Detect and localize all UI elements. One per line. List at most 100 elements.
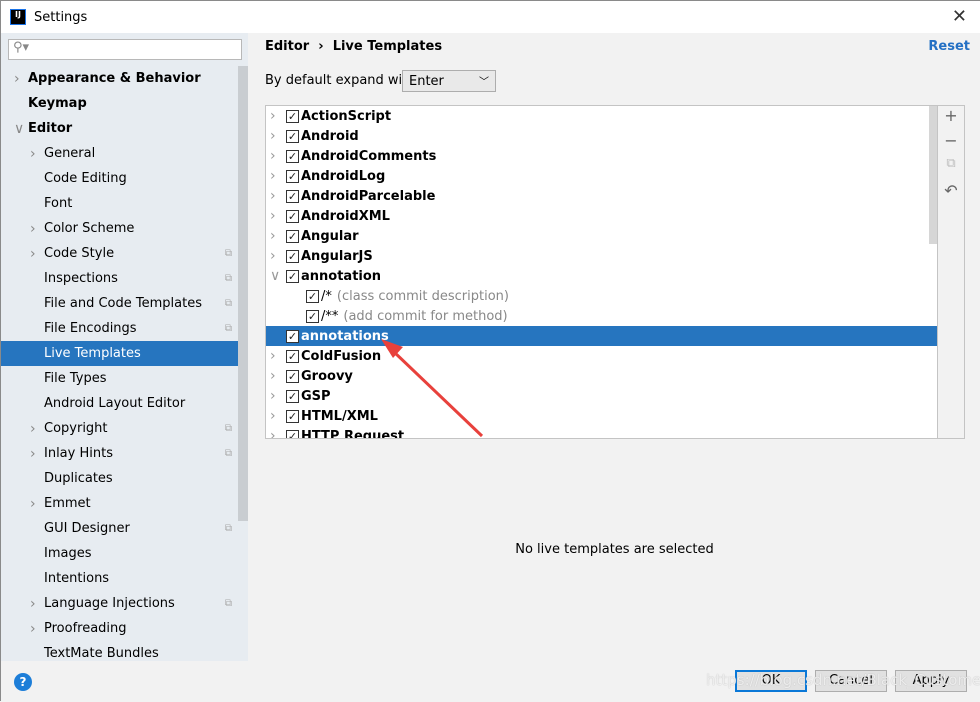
template-row[interactable]: › ✓ HTTP Request — [266, 426, 937, 438]
checkbox[interactable]: ✓ — [286, 409, 299, 423]
sidebar-item[interactable]: › General — [1, 141, 238, 166]
chevron-right-icon[interactable]: › — [270, 208, 276, 224]
sidebar-item-label: Intentions — [44, 571, 110, 586]
chevron-right-icon[interactable]: › — [270, 368, 276, 384]
template-row[interactable]: › ✓ Groovy — [266, 366, 937, 386]
help-icon[interactable]: ? — [14, 673, 32, 691]
sidebar-item-label: Language Injections — [44, 596, 175, 611]
sidebar-item[interactable]: › Color Scheme — [1, 216, 238, 241]
sidebar-item[interactable]: Inspections ⧉ — [1, 266, 238, 291]
template-row[interactable]: › ✓ AngularJS — [266, 246, 937, 266]
sidebar-item[interactable]: › Appearance & Behavior — [1, 66, 238, 91]
checkbox[interactable]: ✓ — [286, 249, 299, 263]
search-input[interactable]: ⚲▾ — [8, 39, 242, 60]
cancel-button[interactable]: Cancel — [815, 670, 887, 692]
sidebar-item[interactable]: ∨ Editor — [1, 116, 238, 141]
checkbox[interactable]: ✓ — [286, 109, 299, 123]
sidebar-item[interactable]: › Emmet — [1, 491, 238, 516]
expand-select[interactable]: Enter ﹀ — [402, 70, 496, 92]
ok-button[interactable]: OK — [735, 670, 807, 692]
chevron-right-icon[interactable]: › — [14, 71, 20, 87]
checkbox[interactable]: ✓ — [306, 289, 319, 303]
chevron-right-icon[interactable]: › — [30, 146, 36, 162]
sidebar-item[interactable]: Duplicates — [1, 466, 238, 491]
chevron-down-icon[interactable]: ∨ — [270, 268, 280, 284]
close-icon[interactable]: ✕ — [952, 6, 967, 27]
chevron-right-icon[interactable]: › — [270, 188, 276, 204]
sidebar-item[interactable]: Images — [1, 541, 238, 566]
project-scope-icon: ⧉ — [224, 298, 232, 309]
copy-icon[interactable]: ⧉ — [938, 156, 964, 181]
template-row[interactable]: › ✓ AndroidParcelable — [266, 186, 937, 206]
checkbox[interactable]: ✓ — [286, 229, 299, 243]
template-row[interactable]: › ✓ AndroidComments — [266, 146, 937, 166]
sidebar-item[interactable]: File Types — [1, 366, 238, 391]
sidebar-item[interactable]: Code Editing — [1, 166, 238, 191]
template-row[interactable]: › ✓ AndroidXML — [266, 206, 937, 226]
sidebar-item[interactable]: Font — [1, 191, 238, 216]
chevron-right-icon[interactable]: › — [30, 496, 36, 512]
chevron-right-icon[interactable]: › — [270, 388, 276, 404]
sidebar-item[interactable]: Keymap — [1, 91, 238, 116]
chevron-right-icon[interactable]: › — [270, 148, 276, 164]
chevron-right-icon[interactable]: › — [270, 348, 276, 364]
template-row[interactable]: ✓ annotations — [266, 326, 937, 346]
sidebar-item[interactable]: › Proofreading — [1, 616, 238, 641]
checkbox[interactable]: ✓ — [286, 429, 299, 438]
sidebar-item[interactable]: › Copyright ⧉ — [1, 416, 238, 441]
template-row[interactable]: › ✓ GSP — [266, 386, 937, 406]
sidebar-item-label: Duplicates — [44, 471, 113, 486]
sidebar-item-label: Color Scheme — [44, 221, 135, 236]
checkbox[interactable]: ✓ — [286, 389, 299, 403]
chevron-right-icon[interactable]: › — [270, 408, 276, 424]
sidebar-item[interactable]: File Encodings ⧉ — [1, 316, 238, 341]
sidebar-item[interactable]: Android Layout Editor — [1, 391, 238, 416]
template-row[interactable]: › ✓ ActionScript — [266, 106, 937, 126]
checkbox[interactable]: ✓ — [306, 309, 319, 323]
chevron-right-icon[interactable]: › — [30, 246, 36, 262]
chevron-right-icon[interactable]: › — [30, 596, 36, 612]
sidebar-scrollbar[interactable] — [238, 66, 248, 521]
template-row[interactable]: ✓/* (class commit description) — [266, 286, 937, 306]
sidebar-item[interactable]: Intentions — [1, 566, 238, 591]
chevron-right-icon[interactable]: › — [30, 446, 36, 462]
chevron-right-icon[interactable]: › — [270, 248, 276, 264]
tree-scrollbar[interactable] — [929, 106, 937, 244]
checkbox[interactable]: ✓ — [286, 169, 299, 183]
reset-link[interactable]: Reset — [928, 39, 970, 54]
restore-icon[interactable]: ↶ — [938, 181, 964, 206]
checkbox[interactable]: ✓ — [286, 149, 299, 163]
chevron-right-icon[interactable]: › — [30, 421, 36, 437]
checkbox[interactable]: ✓ — [286, 269, 299, 283]
chevron-right-icon[interactable]: › — [270, 128, 276, 144]
checkbox[interactable]: ✓ — [286, 349, 299, 363]
chevron-right-icon[interactable]: › — [30, 621, 36, 637]
sidebar-item[interactable]: › Inlay Hints ⧉ — [1, 441, 238, 466]
checkbox[interactable]: ✓ — [286, 129, 299, 143]
template-row[interactable]: › ✓ Angular — [266, 226, 937, 246]
checkbox[interactable]: ✓ — [286, 369, 299, 383]
template-row[interactable]: › ✓ ColdFusion — [266, 346, 937, 366]
apply-button[interactable]: Apply — [895, 670, 967, 692]
template-row[interactable]: › ✓ AndroidLog — [266, 166, 937, 186]
sidebar-item[interactable]: GUI Designer ⧉ — [1, 516, 238, 541]
sidebar-item[interactable]: › Language Injections ⧉ — [1, 591, 238, 616]
checkbox[interactable]: ✓ — [286, 189, 299, 203]
chevron-down-icon[interactable]: ∨ — [14, 121, 24, 137]
remove-icon[interactable]: − — [938, 131, 964, 156]
chevron-right-icon[interactable]: › — [30, 221, 36, 237]
sidebar-item[interactable]: › Code Style ⧉ — [1, 241, 238, 266]
chevron-right-icon[interactable]: › — [270, 168, 276, 184]
template-row[interactable]: › ✓ HTML/XML — [266, 406, 937, 426]
template-row[interactable]: ∨ ✓ annotation — [266, 266, 937, 286]
sidebar-item[interactable]: File and Code Templates ⧉ — [1, 291, 238, 316]
chevron-right-icon[interactable]: › — [270, 428, 276, 438]
template-row[interactable]: › ✓ Android — [266, 126, 937, 146]
chevron-right-icon[interactable]: › — [270, 108, 276, 124]
chevron-right-icon[interactable]: › — [270, 228, 276, 244]
sidebar-item[interactable]: Live Templates — [1, 341, 238, 366]
add-icon[interactable]: + — [938, 106, 964, 131]
checkbox[interactable]: ✓ — [286, 209, 299, 223]
template-row[interactable]: ✓/** (add commit for method) — [266, 306, 937, 326]
checkbox[interactable]: ✓ — [286, 329, 299, 343]
